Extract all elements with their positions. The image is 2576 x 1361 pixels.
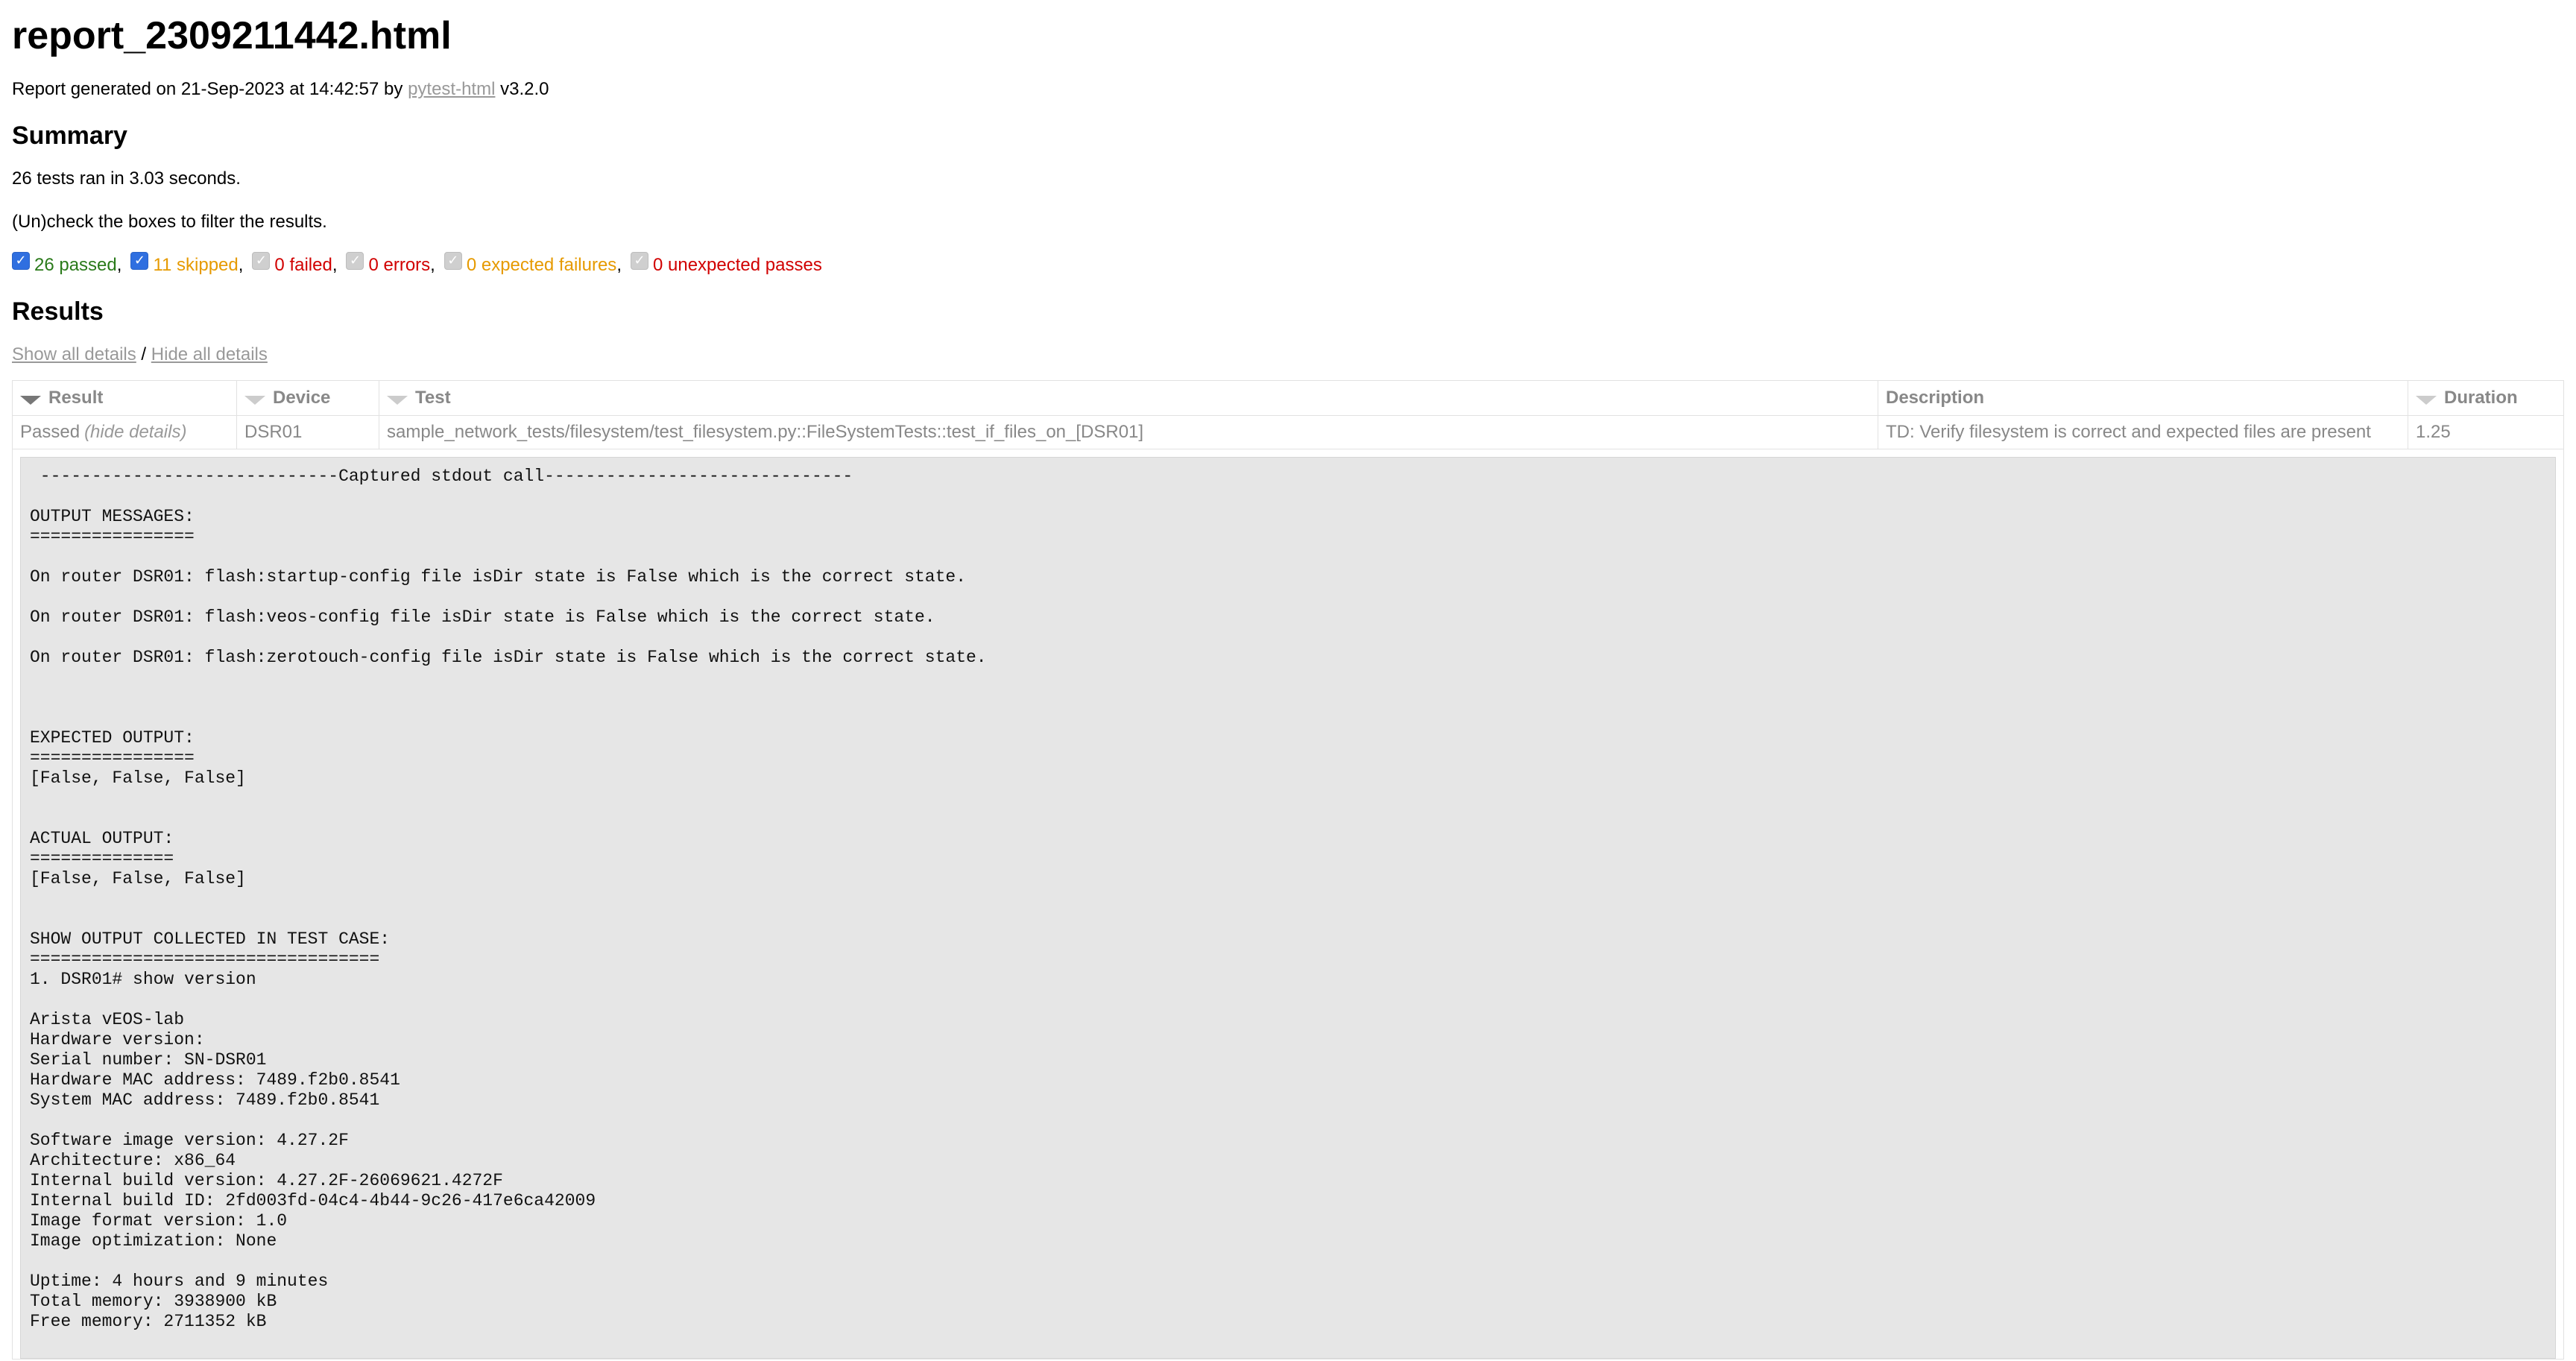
details-links: Show all details / Hide all details xyxy=(12,344,2564,365)
extra-row: -----------------------------Captured st… xyxy=(12,449,2564,1360)
column-label-description: Description xyxy=(1886,388,1985,408)
filter-failed[interactable]: ✓ 0 failed, xyxy=(252,252,337,276)
description-cell: TD: Verify filesystem is correct and exp… xyxy=(1878,415,2408,449)
column-label-test: Test xyxy=(415,388,451,408)
filter-errors-label: 0 errors xyxy=(368,255,431,275)
generated-prefix: Report generated on 21-Sep-2023 at 14:42… xyxy=(12,79,408,99)
table-header-row: Result Device Test Description Duration xyxy=(12,380,2564,416)
extra-cell: -----------------------------Captured st… xyxy=(12,449,2564,1360)
report-page: report_2309211442.html Report generated … xyxy=(0,0,2576,1360)
column-label-device: Device xyxy=(273,388,331,408)
results-table: Result Device Test Description Duration … xyxy=(12,380,2564,1360)
column-label-duration: Duration xyxy=(2444,388,2518,408)
result-cell: Passed (hide details) xyxy=(12,415,237,449)
filter-passed[interactable]: ✓ 26 passed, xyxy=(12,252,121,276)
page-title: report_2309211442.html xyxy=(12,14,452,57)
column-header-description[interactable]: Description xyxy=(1878,380,2408,416)
column-header-device[interactable]: Device xyxy=(236,380,379,416)
checkbox-passed[interactable]: ✓ xyxy=(12,252,30,270)
device-cell: DSR01 xyxy=(236,415,379,449)
checkbox-unexpected-passes[interactable]: ✓ xyxy=(630,252,648,270)
table-row[interactable]: Passed (hide details) DSR01 sample_networ… xyxy=(12,415,2564,449)
filter-failed-label: 0 failed xyxy=(274,255,332,275)
generated-line: Report generated on 21-Sep-2023 at 14:42… xyxy=(12,79,2564,100)
filter-expected-failures-label: 0 expected failures xyxy=(466,255,617,275)
column-label-result: Result xyxy=(48,388,104,408)
results-heading: Results xyxy=(12,297,104,326)
tests-ran-line: 26 tests ran in 3.03 seconds. xyxy=(12,168,241,189)
details-separator: / xyxy=(136,344,151,364)
hide-all-details-link[interactable]: Hide all details xyxy=(151,344,268,364)
checkbox-errors[interactable]: ✓ xyxy=(346,252,364,270)
filter-expected-failures[interactable]: ✓ 0 expected failures, xyxy=(443,252,622,276)
sort-icon xyxy=(387,396,408,405)
captured-stdout-log: -----------------------------Captured st… xyxy=(20,457,2556,1359)
filter-skipped-label: 11 skipped xyxy=(153,255,239,275)
result-status: Passed xyxy=(20,422,80,442)
filter-passed-label: 26 passed xyxy=(34,255,117,275)
hide-details-toggle[interactable]: (hide details) xyxy=(84,422,186,442)
column-header-duration[interactable]: Duration xyxy=(2408,380,2564,416)
filter-unexpected-passes-label: 0 unexpected passes xyxy=(652,255,822,275)
column-header-test[interactable]: Test xyxy=(379,380,1878,416)
sort-desc-icon xyxy=(20,396,41,405)
summary-heading: Summary xyxy=(12,121,127,150)
show-all-details-link[interactable]: Show all details xyxy=(12,344,136,364)
generated-suffix: v3.2.0 xyxy=(495,79,549,99)
checkbox-skipped[interactable]: ✓ xyxy=(130,252,149,270)
sort-icon xyxy=(244,396,265,405)
filter-skipped[interactable]: ✓ 11 skipped, xyxy=(130,252,243,276)
filter-unexpected-passes[interactable]: ✓ 0 unexpected passes xyxy=(630,252,822,276)
checkbox-failed[interactable]: ✓ xyxy=(252,252,271,270)
duration-cell: 1.25 xyxy=(2408,415,2564,449)
filter-hint: (Un)check the boxes to filter the result… xyxy=(12,212,327,232)
column-header-result[interactable]: Result xyxy=(12,380,237,416)
sort-icon xyxy=(2416,396,2437,405)
filter-checkboxes: ✓ 26 passed, ✓ 11 skipped, ✓ 0 failed, ✓ 0 e… xyxy=(12,252,2564,276)
filter-errors[interactable]: ✓ 0 errors, xyxy=(346,252,435,276)
pytest-html-link[interactable]: pytest-html xyxy=(408,79,495,99)
checkbox-expected-failures[interactable]: ✓ xyxy=(443,252,462,270)
test-cell: sample_network_tests/filesystem/test_fil… xyxy=(379,415,1878,449)
